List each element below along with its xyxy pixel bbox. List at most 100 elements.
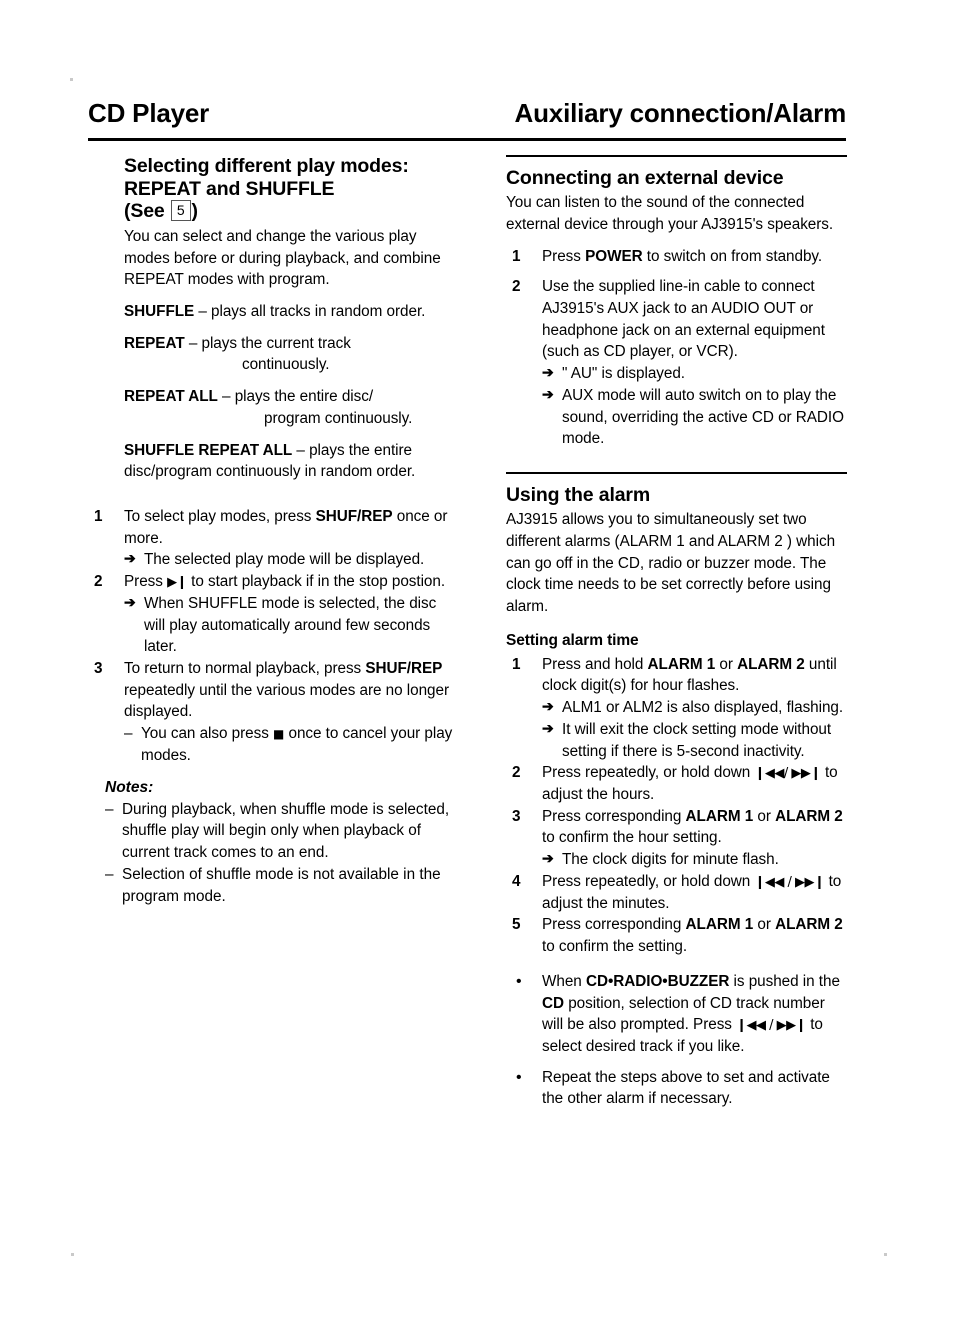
heading-see-prefix: (See (124, 200, 170, 223)
left-column: Selecting different play modes: REPEAT a… (88, 155, 453, 907)
step-bold-term: SHUF/REP (315, 508, 393, 526)
skip-prev-next-icon: ❙◀◀/ ▶▶❙ (754, 766, 821, 782)
step-number: 2 (512, 764, 521, 782)
definition-dash: – (292, 441, 310, 459)
dash-marker: – (124, 725, 133, 743)
note-text: Selection of shuffle mode is not availab… (122, 865, 441, 905)
bullet-marker: • (516, 972, 522, 990)
bullet-text-mid: is pushed in the (729, 972, 840, 990)
step-text-post: to confirm the setting. (542, 938, 688, 956)
step-bold-term-2: ALARM 2 (737, 655, 805, 673)
registration-mark-top-left (70, 78, 73, 81)
heading-line-1: Selecting different play modes: (124, 155, 409, 177)
step-bold-term-2: ALARM 2 (775, 916, 843, 934)
definition-continuation: continuously. (242, 356, 330, 374)
step-arrow-note: ➔ AUX mode will auto switch on to play t… (542, 385, 847, 450)
see-reference-box: 5 (170, 200, 191, 222)
right-column: Connecting an external device You can li… (506, 155, 847, 1110)
bullet-text: Repeat the steps above to set and activa… (542, 1068, 830, 1108)
running-head: CD Player Auxiliary connection/Alarm (88, 98, 847, 128)
bullet-bold-term-2: CD (542, 994, 564, 1012)
step-number: 2 (512, 278, 521, 296)
definition-term: SHUFFLE REPEAT ALL (124, 441, 293, 459)
step-arrow-note: ➔ The selected play mode will be display… (124, 549, 453, 571)
bullet-text-pre: When (542, 972, 586, 990)
step-arrow-note: ➔ When SHUFFLE mode is selected, the dis… (124, 593, 453, 658)
alarm-step-4: 4 Press repeatedly, or hold down ❙◀◀ / ▶… (506, 871, 847, 914)
alarm-step-1: 1 Press and hold ALARM 1 or ALARM 2 unti… (506, 654, 847, 763)
step-bold-term-1: ALARM 1 (647, 655, 716, 673)
definition-dash: – (184, 334, 202, 352)
dash-marker: – (105, 800, 114, 818)
dash-marker: – (105, 865, 114, 883)
arrow-icon: ➔ (542, 698, 554, 715)
running-head-right: Auxiliary connection/Alarm (514, 98, 847, 128)
section-rule-connecting (506, 155, 847, 157)
skip-prev-next-icon: ❙◀◀ / ▶▶❙ (736, 1018, 807, 1034)
alarm-intro-paragraph: AJ3915 allows you to simultaneously set … (506, 511, 836, 615)
step-arrow-note: ➔ ALM1 or ALM2 is also displayed, flashi… (542, 697, 847, 719)
step-number: 3 (512, 807, 521, 825)
note-item: – During playback, when shuffle mode is … (105, 799, 453, 864)
definition-shuffle-repeat-all: SHUFFLE REPEAT ALL – plays the entire di… (124, 440, 453, 483)
arrow-icon: ➔ (542, 385, 554, 402)
definition-dash: – (217, 388, 235, 406)
left-intro-paragraph: You can select and change the various pl… (124, 227, 441, 289)
step-text-pre: Press (542, 247, 586, 265)
definition-continuation: program continuously. (264, 409, 413, 427)
definition-text: plays all tracks in random order. (211, 302, 426, 320)
stop-icon: ■ (273, 727, 285, 742)
heading-see-suffix: ) (191, 200, 199, 223)
alarm-step-2: 2 Press repeatedly, or hold down ❙◀◀/ ▶▶… (506, 762, 847, 805)
step-number: 3 (94, 660, 103, 678)
definition-repeat: REPEAT – plays the current track continu… (124, 333, 453, 376)
connecting-section-heading: Connecting an external device (506, 166, 784, 189)
definition-term: REPEAT ALL (124, 388, 218, 406)
definition-term: SHUFFLE (124, 302, 195, 320)
arrow-icon: ➔ (542, 719, 554, 736)
section-rule-alarm (506, 472, 847, 474)
step-text-post: repeatedly until the various modes are n… (124, 681, 449, 721)
notes-heading: Notes: (105, 778, 154, 796)
running-head-left: CD Player (88, 98, 210, 128)
arrow-text: The clock digits for minute flash. (562, 851, 779, 869)
arrow-text: The selected play mode will be displayed… (144, 551, 425, 569)
definition-dash: – (194, 302, 212, 320)
header-rule (88, 138, 846, 141)
play-pause-icon: ▶❙ (167, 575, 187, 591)
arrow-text: It will exit the clock setting mode with… (562, 720, 832, 760)
step-text-pre: To return to normal playback, press (124, 660, 366, 678)
arrow-icon: ➔ (124, 550, 136, 567)
arrow-text: AUX mode will auto switch on to play the… (562, 386, 844, 448)
step-text-pre: Press and hold (542, 655, 648, 673)
step-number: 4 (512, 872, 521, 890)
connecting-step-1: 1 Press POWER to switch on from standby. (506, 246, 847, 268)
step-text-mid: or (753, 916, 776, 934)
note-text: During playback, when shuffle mode is se… (122, 800, 450, 862)
step-text-pre: Press (124, 573, 168, 591)
step-arrow-note: ➔ The clock digits for minute flash. (542, 849, 847, 871)
step-number: 2 (94, 573, 103, 591)
definition-term: REPEAT (124, 334, 185, 352)
definition-shuffle: SHUFFLE – plays all tracks in random ord… (124, 301, 453, 323)
left-section-heading: Selecting different play modes: REPEAT a… (124, 155, 454, 223)
bullet-marker: • (516, 1068, 522, 1086)
notes-list: – During playback, when shuffle mode is … (105, 799, 453, 908)
alarm-bullet-2: • Repeat the steps above to set and acti… (506, 1067, 847, 1110)
document-page: CD Player Auxiliary connection/Alarm Sel… (0, 0, 954, 1333)
step-text-post: to start playback if in the stop postion… (186, 573, 446, 591)
setting-alarm-time-subheading: Setting alarm time (506, 631, 639, 649)
connecting-intro-paragraph: You can listen to the sound of the conne… (506, 194, 834, 233)
step-number: 1 (512, 655, 521, 673)
skip-prev-next-icon: ❙◀◀ / ▶▶❙ (754, 874, 825, 890)
arrow-text: " AU" is displayed. (562, 365, 685, 383)
step-text-mid: or (753, 807, 776, 825)
registration-mark-bottom-right (884, 1253, 887, 1256)
step-bold-term-2: ALARM 2 (775, 807, 843, 825)
arrow-text: When SHUFFLE mode is selected, the disc … (144, 594, 437, 656)
step-number: 1 (94, 508, 103, 526)
definition-text: plays the entire disc/ (234, 388, 374, 406)
step-text-pre: To select play modes, press (124, 508, 316, 526)
step-bold-term-1: ALARM 1 (685, 807, 754, 825)
alarm-step-5: 5 Press corresponding ALARM 1 or ALARM 2… (506, 914, 847, 957)
